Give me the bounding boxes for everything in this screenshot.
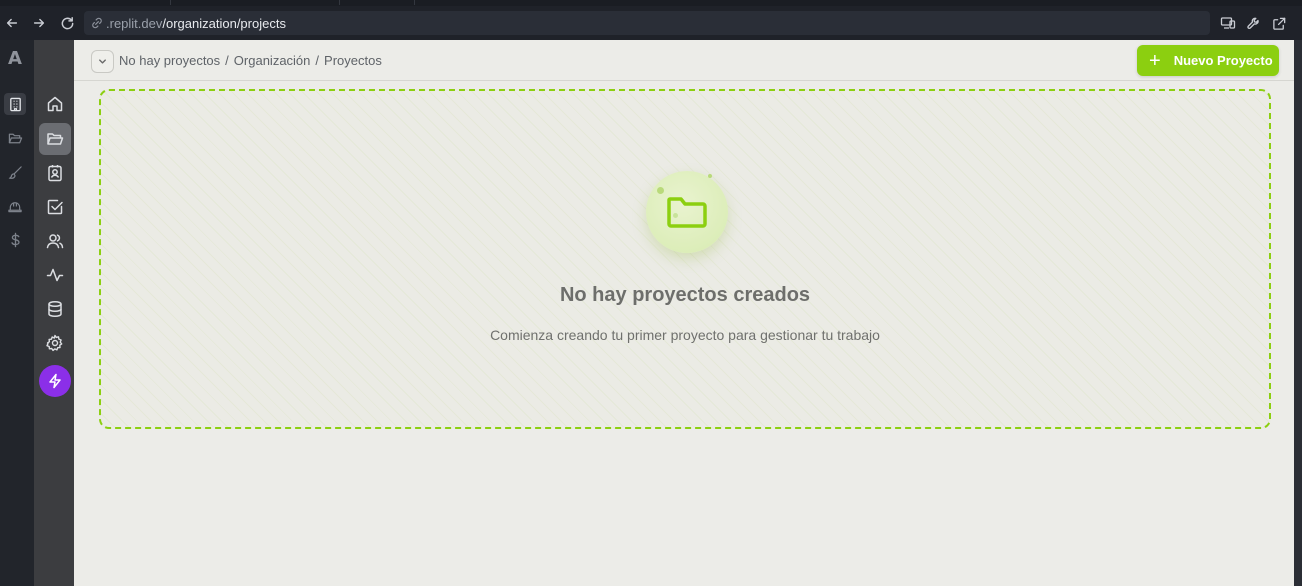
- app-rail: A: [0, 40, 34, 586]
- home-icon[interactable]: [39, 88, 71, 120]
- wrench-icon[interactable]: [1245, 15, 1261, 31]
- empty-state-subtitle: Comienza creando tu primer proyecto para…: [490, 327, 880, 343]
- decor-dot: [673, 213, 678, 218]
- breadcrumb-separator: /: [225, 53, 229, 68]
- helmet-icon[interactable]: [4, 195, 26, 217]
- url-path: /organization/projects: [162, 15, 286, 31]
- decor-dot: [657, 187, 664, 194]
- address-bar[interactable]: .replit.dev/organization/projects: [84, 11, 1210, 35]
- empty-illustration: [646, 171, 728, 253]
- breadcrumb-item[interactable]: No hay proyectos: [119, 53, 220, 68]
- activity-icon[interactable]: [39, 259, 71, 291]
- folder-illustration-icon: [667, 197, 707, 228]
- settings-icon[interactable]: [39, 327, 71, 359]
- check-square-icon[interactable]: [39, 191, 71, 223]
- plus-icon: +: [1149, 49, 1161, 72]
- breadcrumb-separator: /: [315, 53, 320, 68]
- sidebar: [34, 40, 74, 586]
- breadcrumb-item[interactable]: Organización: [234, 53, 311, 68]
- new-project-label: Nuevo Proyecto: [1173, 53, 1273, 68]
- tab[interactable]: [341, 0, 415, 5]
- tab[interactable]: [172, 0, 340, 5]
- forward-icon[interactable]: [30, 14, 48, 32]
- new-project-button[interactable]: + Nuevo Proyecto: [1137, 45, 1279, 76]
- window-edge: [1294, 40, 1302, 586]
- empty-state-title: No hay proyectos creados: [559, 284, 811, 306]
- folder-open-icon[interactable]: [4, 127, 26, 149]
- contact-icon[interactable]: [39, 157, 71, 189]
- breadcrumb-item: Proyectos: [324, 53, 382, 68]
- app-logo: A: [8, 48, 22, 69]
- main-content: No hay proyectos / Organización / Proyec…: [74, 40, 1294, 586]
- empty-state: No hay proyectos creados Comienza creand…: [99, 89, 1271, 429]
- decor-dot: [708, 174, 712, 178]
- database-icon[interactable]: [39, 293, 71, 325]
- url-host: .replit.dev: [106, 15, 163, 31]
- browser-toolbar: .replit.dev/organization/projects: [0, 6, 1302, 40]
- tab[interactable]: [98, 0, 171, 5]
- dollar-icon[interactable]: [4, 229, 26, 251]
- devices-icon[interactable]: [1220, 15, 1236, 31]
- page-header: No hay proyectos / Organización / Proyec…: [74, 40, 1294, 81]
- reload-icon[interactable]: [58, 14, 76, 32]
- folder-icon[interactable]: [39, 123, 71, 155]
- open-external-icon[interactable]: [1271, 15, 1287, 31]
- breadcrumb: No hay proyectos / Organización / Proyec…: [119, 53, 382, 68]
- chevron-down-icon[interactable]: [91, 50, 114, 73]
- link-icon: [90, 16, 104, 30]
- back-icon[interactable]: [3, 14, 21, 32]
- brush-icon[interactable]: [4, 161, 26, 183]
- building-icon[interactable]: [4, 93, 26, 115]
- bolt-icon[interactable]: [39, 365, 71, 397]
- users-icon[interactable]: [39, 225, 71, 257]
